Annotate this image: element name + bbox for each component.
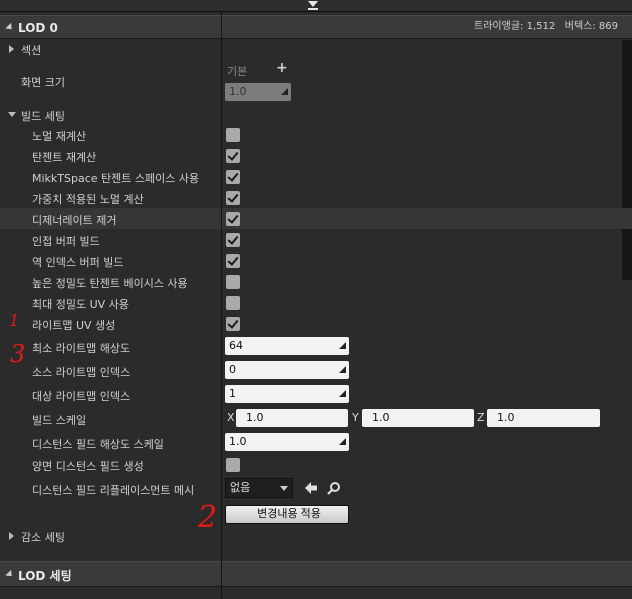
row-use-mikktspace: MikkTSpace 탄젠트 스페이스 사용 bbox=[0, 166, 632, 187]
build-scale-z-value: 1.0 bbox=[497, 411, 515, 424]
annotation-two: 2 bbox=[198, 500, 218, 535]
collapse-arrow-icon[interactable] bbox=[308, 1, 318, 7]
lod-settings-title: LOD 세팅 bbox=[18, 569, 72, 583]
y-axis-label: Y bbox=[352, 411, 359, 424]
label-min-lightmap-resolution: 최소 라이트맵 해상도 bbox=[32, 342, 131, 355]
build-scale-z-input[interactable]: 1.0 bbox=[487, 409, 600, 427]
label-source-lightmap-index: 소스 라이트맵 인덱스 bbox=[32, 366, 131, 379]
mesh-stats: 트라이앵글: 1,512 버텍스: 869 bbox=[474, 17, 618, 32]
screen-size-value: 1.0 bbox=[229, 85, 247, 98]
distance-field-resolution-value: 1.0 bbox=[229, 435, 247, 448]
spin-icon bbox=[339, 342, 346, 349]
row-two-sided-distance-field: 양면 디스턴스 필드 생성 bbox=[0, 454, 632, 475]
label-weighted-normals: 가중치 적용된 노멀 계산 bbox=[32, 193, 144, 206]
label-generate-lightmap-uvs: 라이트맵 UV 생성 bbox=[32, 319, 116, 332]
label-reversed-index-buffer: 역 인덱스 버퍼 빌드 bbox=[32, 256, 124, 269]
row-reversed-index-buffer: 역 인덱스 버퍼 빌드 bbox=[0, 250, 632, 271]
source-lightmap-index-value: 0 bbox=[229, 363, 236, 376]
reduction-settings-label: 감소 세팅 bbox=[21, 531, 65, 544]
label-dest-lightmap-index: 대상 라이트맵 인덱스 bbox=[32, 390, 131, 403]
apply-changes-button[interactable]: 변경내용 적용 bbox=[225, 505, 349, 524]
category-lod0[interactable]: LOD 0 트라이앵글: 1,512 버텍스: 869 bbox=[0, 15, 632, 39]
checkbox-full-precision-uvs[interactable] bbox=[226, 296, 240, 310]
x-axis-label: X bbox=[227, 411, 235, 424]
add-icon[interactable]: + bbox=[276, 60, 288, 76]
vertex-count: 버텍스: 869 bbox=[564, 21, 618, 32]
label-recompute-normals: 노멀 재계산 bbox=[32, 130, 87, 143]
distance-field-resolution-input[interactable]: 1.0 bbox=[225, 433, 349, 451]
browse-search-icon[interactable] bbox=[327, 481, 341, 495]
checkbox-use-mikktspace[interactable] bbox=[226, 170, 240, 184]
row-weighted-normals: 가중치 적용된 노멀 계산 bbox=[0, 187, 632, 208]
build-scale-y-value: 1.0 bbox=[372, 411, 390, 424]
label-distance-field-replacement-mesh: 디스턴스 필드 리플레이스먼트 메시 bbox=[32, 484, 195, 497]
row-generate-lightmap-uvs: 라이트맵 UV 생성 bbox=[0, 313, 632, 334]
annotation-one: 1 bbox=[9, 311, 20, 330]
checkbox-remove-degenerates[interactable] bbox=[226, 212, 240, 226]
row-high-precision-tangent: 높은 정밀도 탄젠트 베이시스 사용 bbox=[0, 271, 632, 292]
spin-icon bbox=[281, 88, 288, 95]
use-selected-arrow-icon[interactable] bbox=[304, 481, 318, 495]
row-recompute-normals: 노멀 재계산 bbox=[0, 124, 632, 145]
row-full-precision-uvs: 최대 정밀도 UV 사용 bbox=[0, 292, 632, 313]
expanded-arrow-icon bbox=[8, 112, 16, 117]
section-header[interactable]: 섹션 bbox=[0, 40, 632, 58]
expand-icon bbox=[5, 22, 15, 33]
dest-lightmap-index-value: 1 bbox=[229, 387, 236, 400]
label-high-precision-tangent: 높은 정밀도 탄젠트 베이시스 사용 bbox=[32, 277, 188, 290]
collapse-arrow-line bbox=[308, 8, 318, 10]
z-axis-label: Z bbox=[477, 411, 485, 424]
checkbox-weighted-normals[interactable] bbox=[226, 191, 240, 205]
source-lightmap-index-input[interactable]: 0 bbox=[225, 361, 349, 379]
checkbox-adjacency-buffer[interactable] bbox=[226, 233, 240, 247]
checkbox-recompute-tangents[interactable] bbox=[226, 149, 240, 163]
label-full-precision-uvs: 최대 정밀도 UV 사용 bbox=[32, 298, 129, 311]
checkbox-generate-lightmap-uvs[interactable] bbox=[226, 317, 240, 331]
replacement-mesh-combo[interactable]: 없음 bbox=[225, 478, 293, 498]
label-build-scale: 빌드 스케일 bbox=[32, 414, 87, 427]
build-scale-y-input[interactable]: 1.0 bbox=[362, 409, 474, 427]
build-scale-x-value: 1.0 bbox=[246, 411, 264, 424]
screen-size-input: 1.0 bbox=[225, 83, 291, 101]
label-distance-field-resolution: 디스턴스 필드 해상도 스케일 bbox=[32, 438, 164, 451]
collapsed-arrow-icon bbox=[9, 532, 14, 540]
triangle-count: 트라이앵글: 1,512 bbox=[474, 21, 556, 32]
build-scale-x-input[interactable]: 1.0 bbox=[236, 409, 348, 427]
replacement-mesh-value: 없음 bbox=[230, 481, 251, 494]
min-lightmap-resolution-input[interactable]: 64 bbox=[225, 337, 349, 355]
section-label: 섹션 bbox=[21, 44, 42, 57]
collapsed-arrow-icon bbox=[9, 45, 14, 53]
expand-icon bbox=[5, 569, 15, 580]
build-settings-label: 빌드 세팅 bbox=[21, 110, 65, 123]
screen-size-row: 화면 크기 bbox=[0, 62, 632, 104]
label-recompute-tangents: 탄젠트 재계산 bbox=[32, 151, 97, 164]
lod0-title: LOD 0 bbox=[18, 21, 58, 35]
label-adjacency-buffer: 인접 버퍼 빌드 bbox=[32, 235, 100, 248]
label-two-sided-distance-field: 양면 디스턴스 필드 생성 bbox=[32, 460, 144, 473]
row-remove-degenerates: 디제너레이트 제거 bbox=[0, 208, 632, 229]
category-lod-settings[interactable]: LOD 세팅 bbox=[0, 561, 632, 587]
spin-icon bbox=[339, 438, 346, 445]
build-settings-header[interactable]: 빌드 세팅 bbox=[0, 106, 632, 124]
checkbox-high-precision-tangent[interactable] bbox=[226, 275, 240, 289]
reduction-settings-header[interactable]: 감소 세팅 bbox=[0, 527, 632, 545]
dest-lightmap-index-input[interactable]: 1 bbox=[225, 385, 349, 403]
row-recompute-tangents: 탄젠트 재계산 bbox=[0, 145, 632, 166]
checkbox-recompute-normals[interactable] bbox=[226, 128, 240, 142]
default-label: 기본 bbox=[227, 65, 248, 78]
top-collapse-bar[interactable] bbox=[0, 0, 632, 12]
checkbox-reversed-index-buffer[interactable] bbox=[226, 254, 240, 268]
checkbox-two-sided-distance-field[interactable] bbox=[226, 458, 240, 472]
dropdown-arrow-icon bbox=[280, 486, 288, 491]
min-lightmap-resolution-value: 64 bbox=[229, 339, 243, 352]
annotation-three: 3 bbox=[10, 340, 26, 368]
spin-icon bbox=[339, 390, 346, 397]
spin-icon bbox=[339, 366, 346, 373]
label-remove-degenerates: 디제너레이트 제거 bbox=[32, 214, 117, 227]
label-use-mikktspace: MikkTSpace 탄젠트 스페이스 사용 bbox=[32, 172, 200, 185]
row-adjacency-buffer: 인접 버퍼 빌드 bbox=[0, 229, 632, 250]
screen-size-label: 화면 크기 bbox=[21, 76, 65, 89]
column-divider bbox=[221, 12, 222, 599]
